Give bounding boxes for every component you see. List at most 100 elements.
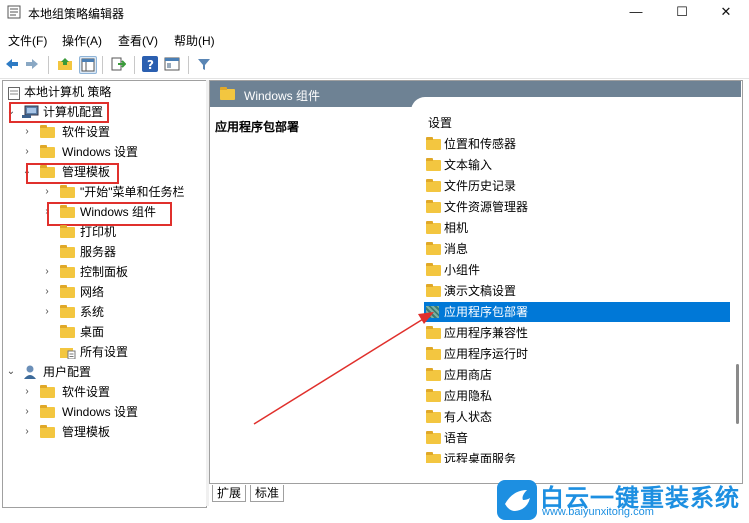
settings-item[interactable]: 位置和传感器 (424, 134, 730, 154)
policy-editor-app-icon (7, 5, 21, 19)
filter-icon[interactable] (196, 56, 212, 72)
folder-icon (60, 285, 75, 298)
chevron-right-icon[interactable]: › (22, 142, 32, 162)
tree-label: 系统 (80, 305, 105, 319)
chevron-right-icon[interactable]: › (22, 382, 32, 402)
chevron-right-icon[interactable]: › (42, 282, 52, 302)
folder-icon (426, 221, 441, 234)
folder-icon (426, 410, 441, 423)
chevron-down-icon[interactable]: ⌄ (6, 362, 16, 382)
folder-icon (220, 87, 235, 100)
settings-item[interactable]: 应用程序兼容性 (424, 323, 730, 343)
menu-view[interactable]: 查看(V) (118, 32, 158, 49)
menu-bar: 文件(F) 操作(A) 查看(V) 帮助(H) (0, 28, 749, 50)
show-hide-tree-icon[interactable] (79, 56, 97, 74)
export-list-icon[interactable] (110, 56, 127, 72)
settings-item-selected[interactable]: 应用程序包部署 (424, 302, 730, 322)
folder-icon (60, 265, 75, 278)
folder-icon (60, 325, 75, 338)
settings-item-label: 位置和传感器 (444, 137, 517, 151)
close-button[interactable]: ✕ (703, 0, 749, 26)
tree-label: 网络 (80, 285, 105, 299)
settings-item-label: 演示文稿设置 (444, 284, 517, 298)
chevron-right-icon[interactable]: › (42, 262, 52, 282)
tree-label: 桌面 (80, 325, 105, 339)
settings-item[interactable]: 相机 (424, 218, 730, 238)
settings-item-label: 应用隐私 (444, 389, 493, 403)
toolbar-separator (134, 56, 135, 74)
folder-icon (426, 452, 441, 463)
description-title: 应用程序包部署 (215, 120, 300, 134)
folder-icon (426, 137, 441, 150)
tree-label: Windows 设置 (62, 405, 139, 419)
tree-label: "开始"菜单和任务栏 (80, 185, 185, 199)
toolbar-separator (188, 56, 189, 74)
package-deployment-icon (426, 306, 439, 318)
tree-label: 打印机 (80, 225, 117, 239)
scrollbar-thumb[interactable] (736, 364, 739, 424)
toolbar: ? (0, 52, 749, 79)
settings-item-label: 远程桌面服务 (444, 452, 517, 463)
settings-item[interactable]: 文件资源管理器 (424, 197, 730, 217)
settings-column-header[interactable]: 设置 (428, 114, 452, 131)
folder-icon (426, 431, 441, 444)
settings-item[interactable]: 有人状态 (424, 407, 730, 427)
tab-extended[interactable]: 扩展 (212, 485, 247, 502)
minimize-button[interactable]: — (613, 0, 659, 26)
tree-label: 用户配置 (43, 365, 92, 379)
up-folder-icon[interactable] (57, 56, 73, 72)
tree-label: 所有设置 (80, 345, 129, 359)
chevron-right-icon[interactable]: › (22, 422, 32, 442)
chevron-right-icon[interactable]: › (22, 402, 32, 422)
folder-icon (426, 242, 441, 255)
settings-item[interactable]: 文本输入 (424, 155, 730, 175)
menu-file[interactable]: 文件(F) (8, 32, 47, 49)
vertical-scrollbar[interactable] (733, 100, 741, 482)
back-arrow-icon[interactable] (4, 56, 20, 72)
svg-text:?: ? (147, 58, 154, 72)
menu-action[interactable]: 操作(A) (62, 32, 102, 49)
tab-standard[interactable]: 标准 (250, 485, 285, 502)
menu-help[interactable]: 帮助(H) (174, 32, 215, 49)
chevron-right-icon[interactable]: › (42, 182, 52, 202)
settings-item[interactable]: 语音 (424, 428, 730, 448)
settings-item[interactable]: 消息 (424, 239, 730, 259)
settings-item-label: 文件历史记录 (444, 179, 517, 193)
tree-label: 服务器 (80, 245, 117, 259)
folder-icon (426, 179, 441, 192)
settings-item-label: 有人状态 (444, 410, 493, 424)
settings-item-label: 应用程序包部署 (444, 305, 529, 319)
folder-icon (40, 145, 55, 158)
folder-icon (426, 326, 441, 339)
settings-item[interactable]: 应用商店 (424, 365, 730, 385)
settings-item[interactable]: 小组件 (424, 260, 730, 280)
settings-panel-edge (411, 97, 741, 117)
chevron-right-icon[interactable]: › (42, 302, 52, 322)
folder-icon (60, 305, 75, 318)
tree-label: 管理模板 (62, 425, 111, 439)
settings-item-label: 应用程序兼容性 (444, 326, 529, 340)
folder-icon (40, 125, 55, 138)
folder-icon (40, 385, 55, 398)
settings-item-label: 小组件 (444, 263, 481, 277)
settings-item-label: 相机 (444, 221, 469, 235)
settings-item[interactable]: 应用隐私 (424, 386, 730, 406)
annotation-box (9, 102, 109, 123)
folder-icon (60, 185, 75, 198)
annotation-box (26, 163, 119, 184)
tree-label: 控制面板 (80, 265, 129, 279)
tree-label: 软件设置 (62, 385, 111, 399)
settings-item[interactable]: 远程桌面服务 (424, 449, 730, 463)
settings-item[interactable]: 演示文稿设置 (424, 281, 730, 301)
chevron-right-icon[interactable]: › (22, 122, 32, 142)
folder-icon (60, 225, 75, 238)
help-icon[interactable]: ? (142, 56, 158, 72)
folder-icon (426, 368, 441, 381)
details-header-title: Windows 组件 (244, 89, 321, 103)
settings-item[interactable]: 文件历史记录 (424, 176, 730, 196)
tree-label: Windows 设置 (62, 145, 139, 159)
forward-arrow-icon[interactable] (24, 56, 40, 72)
settings-item[interactable]: 应用程序运行时 (424, 344, 730, 364)
properties-icon[interactable] (164, 56, 180, 72)
maximize-button[interactable]: ☐ (659, 0, 705, 26)
